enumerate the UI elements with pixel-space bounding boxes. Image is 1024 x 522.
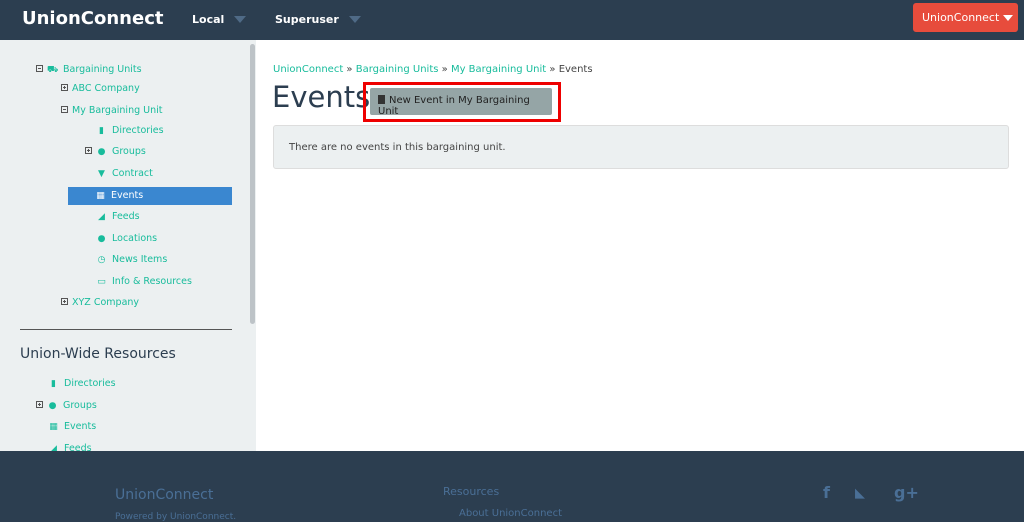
caret-down-icon	[348, 16, 361, 23]
bookmark-icon: ▼	[98, 169, 105, 179]
sidebar-item-label: My Bargaining Unit	[72, 105, 163, 116]
nav-dropdown-superuser[interactable]: Superuser	[275, 13, 361, 26]
sidebar-item-label: Groups	[112, 146, 146, 157]
calendar-icon: ▦	[96, 191, 105, 201]
facebook-icon[interactable]: f	[823, 483, 830, 502]
book-icon: ▮	[99, 126, 104, 136]
user-menu-label: UnionConnect	[922, 11, 1000, 24]
footer-brand: UnionConnect	[115, 487, 214, 503]
sidebar-item-label: Groups	[63, 400, 97, 411]
expand-icon[interactable]	[85, 147, 92, 154]
empty-state-message: There are no events in this bargaining u…	[289, 142, 506, 153]
sidebar-item-bargaining-units[interactable]: ⛟ Bargaining Units	[36, 61, 142, 79]
sidebar-item-label: Feeds	[64, 443, 92, 451]
document-icon	[378, 95, 385, 104]
sidebar-item-contract[interactable]: ▼ Contract	[96, 165, 153, 183]
sidebar-divider	[20, 329, 232, 330]
sidebar-item-label: Directories	[64, 378, 116, 389]
sidebar-item-groups[interactable]: ● Groups	[85, 143, 146, 161]
caret-down-icon	[1003, 15, 1014, 21]
sidebar-item-label: Feeds	[112, 211, 140, 222]
nav-dropdown-label: Superuser	[275, 13, 339, 26]
page-title: Events	[272, 80, 371, 114]
sidebar-item-feeds[interactable]: ◢ Feeds	[96, 208, 140, 226]
sidebar-item-xyz-company[interactable]: XYZ Company	[61, 294, 139, 312]
sidebar-item-label: Info & Resources	[112, 276, 192, 287]
footer: UnionConnect Powered by UnionConnect. Re…	[0, 451, 1024, 522]
folder-open-icon: ▭	[97, 277, 106, 287]
brand-logo[interactable]: UnionConnect	[22, 8, 163, 29]
sidebar-item-events[interactable]: ▦ Events	[48, 418, 96, 436]
sidebar-item-label: Directories	[112, 125, 164, 136]
rss-icon: ◢	[98, 212, 105, 222]
sidebar-item-label: Contract	[112, 168, 153, 179]
users-icon: ●	[97, 147, 106, 157]
top-navbar: UnionConnect Local Superuser UnionConnec…	[0, 0, 1024, 40]
sidebar-item-locations[interactable]: ● Locations	[96, 230, 158, 248]
sidebar-item-events[interactable]: ▦ Events	[68, 187, 232, 205]
sidebar-item-feeds[interactable]: ◢ Feeds	[48, 440, 92, 451]
user-menu-button[interactable]: UnionConnect	[913, 3, 1018, 32]
new-event-button[interactable]: New Event in My Bargaining Unit	[370, 88, 552, 117]
footer-powered: Powered by UnionConnect.	[115, 512, 237, 522]
footer-about-link[interactable]: About UnionConnect	[459, 508, 562, 519]
nav-dropdown-local[interactable]: Local	[192, 13, 247, 26]
rss-icon: ◢	[50, 444, 57, 451]
breadcrumb: UnionConnect » Bargaining Units » My Bar…	[273, 64, 593, 75]
sidebar-item-label: ABC Company	[72, 83, 140, 94]
google-plus-icon[interactable]: g+	[894, 483, 919, 502]
nav-dropdown-label: Local	[192, 13, 225, 26]
calendar-icon: ▦	[49, 422, 58, 432]
sidebar-item-label: Bargaining Units	[63, 64, 142, 75]
clock-icon: ◷	[97, 255, 106, 265]
empty-state-panel: There are no events in this bargaining u…	[273, 125, 1009, 169]
sidebar-item-my-bargaining-unit[interactable]: My Bargaining Unit	[61, 102, 162, 120]
book-icon: ▮	[51, 379, 56, 389]
sidebar-scrollbar[interactable]	[250, 44, 255, 324]
expand-icon[interactable]	[61, 84, 68, 91]
breadcrumb-current: Events	[558, 64, 593, 75]
sidebar-item-label: XYZ Company	[72, 297, 140, 308]
sidebar-item-label: Locations	[112, 233, 158, 244]
collapse-icon[interactable]	[61, 106, 68, 113]
breadcrumb-link[interactable]: My Bargaining Unit	[451, 64, 546, 75]
sidebar-item-directories[interactable]: ▮ Directories	[48, 375, 116, 393]
sidebar-item-label: News Items	[112, 254, 168, 265]
sidebar-item-label: Events	[111, 190, 144, 201]
expand-icon[interactable]	[36, 401, 43, 408]
sidebar-item-abc-company[interactable]: ABC Company	[61, 80, 140, 98]
truck-icon: ⛟	[47, 65, 59, 75]
breadcrumb-link[interactable]: UnionConnect	[273, 64, 343, 75]
sidebar-item-groups[interactable]: ● Groups	[36, 397, 97, 415]
sidebar-item-label: Events	[64, 421, 97, 432]
footer-resources-title: Resources	[443, 485, 500, 498]
section-title: Union-Wide Resources	[20, 346, 176, 362]
users-icon: ●	[48, 401, 57, 411]
sidebar-item-news-items[interactable]: ◷ News Items	[96, 251, 168, 269]
sidebar: ⛟ Bargaining Units ABC Company My Bargainin…	[0, 40, 256, 451]
new-event-label: New Event in My Bargaining Unit	[378, 95, 530, 117]
breadcrumb-link[interactable]: Bargaining Units	[356, 64, 439, 75]
twitter-icon[interactable]: ◣	[855, 486, 865, 501]
sidebar-item-info-resources[interactable]: ▭ Info & Resources	[96, 273, 192, 291]
globe-icon: ●	[97, 234, 106, 244]
collapse-icon[interactable]	[36, 65, 43, 72]
expand-icon[interactable]	[61, 298, 68, 305]
caret-down-icon	[234, 16, 247, 23]
sidebar-item-directories[interactable]: ▮ Directories	[96, 122, 164, 140]
